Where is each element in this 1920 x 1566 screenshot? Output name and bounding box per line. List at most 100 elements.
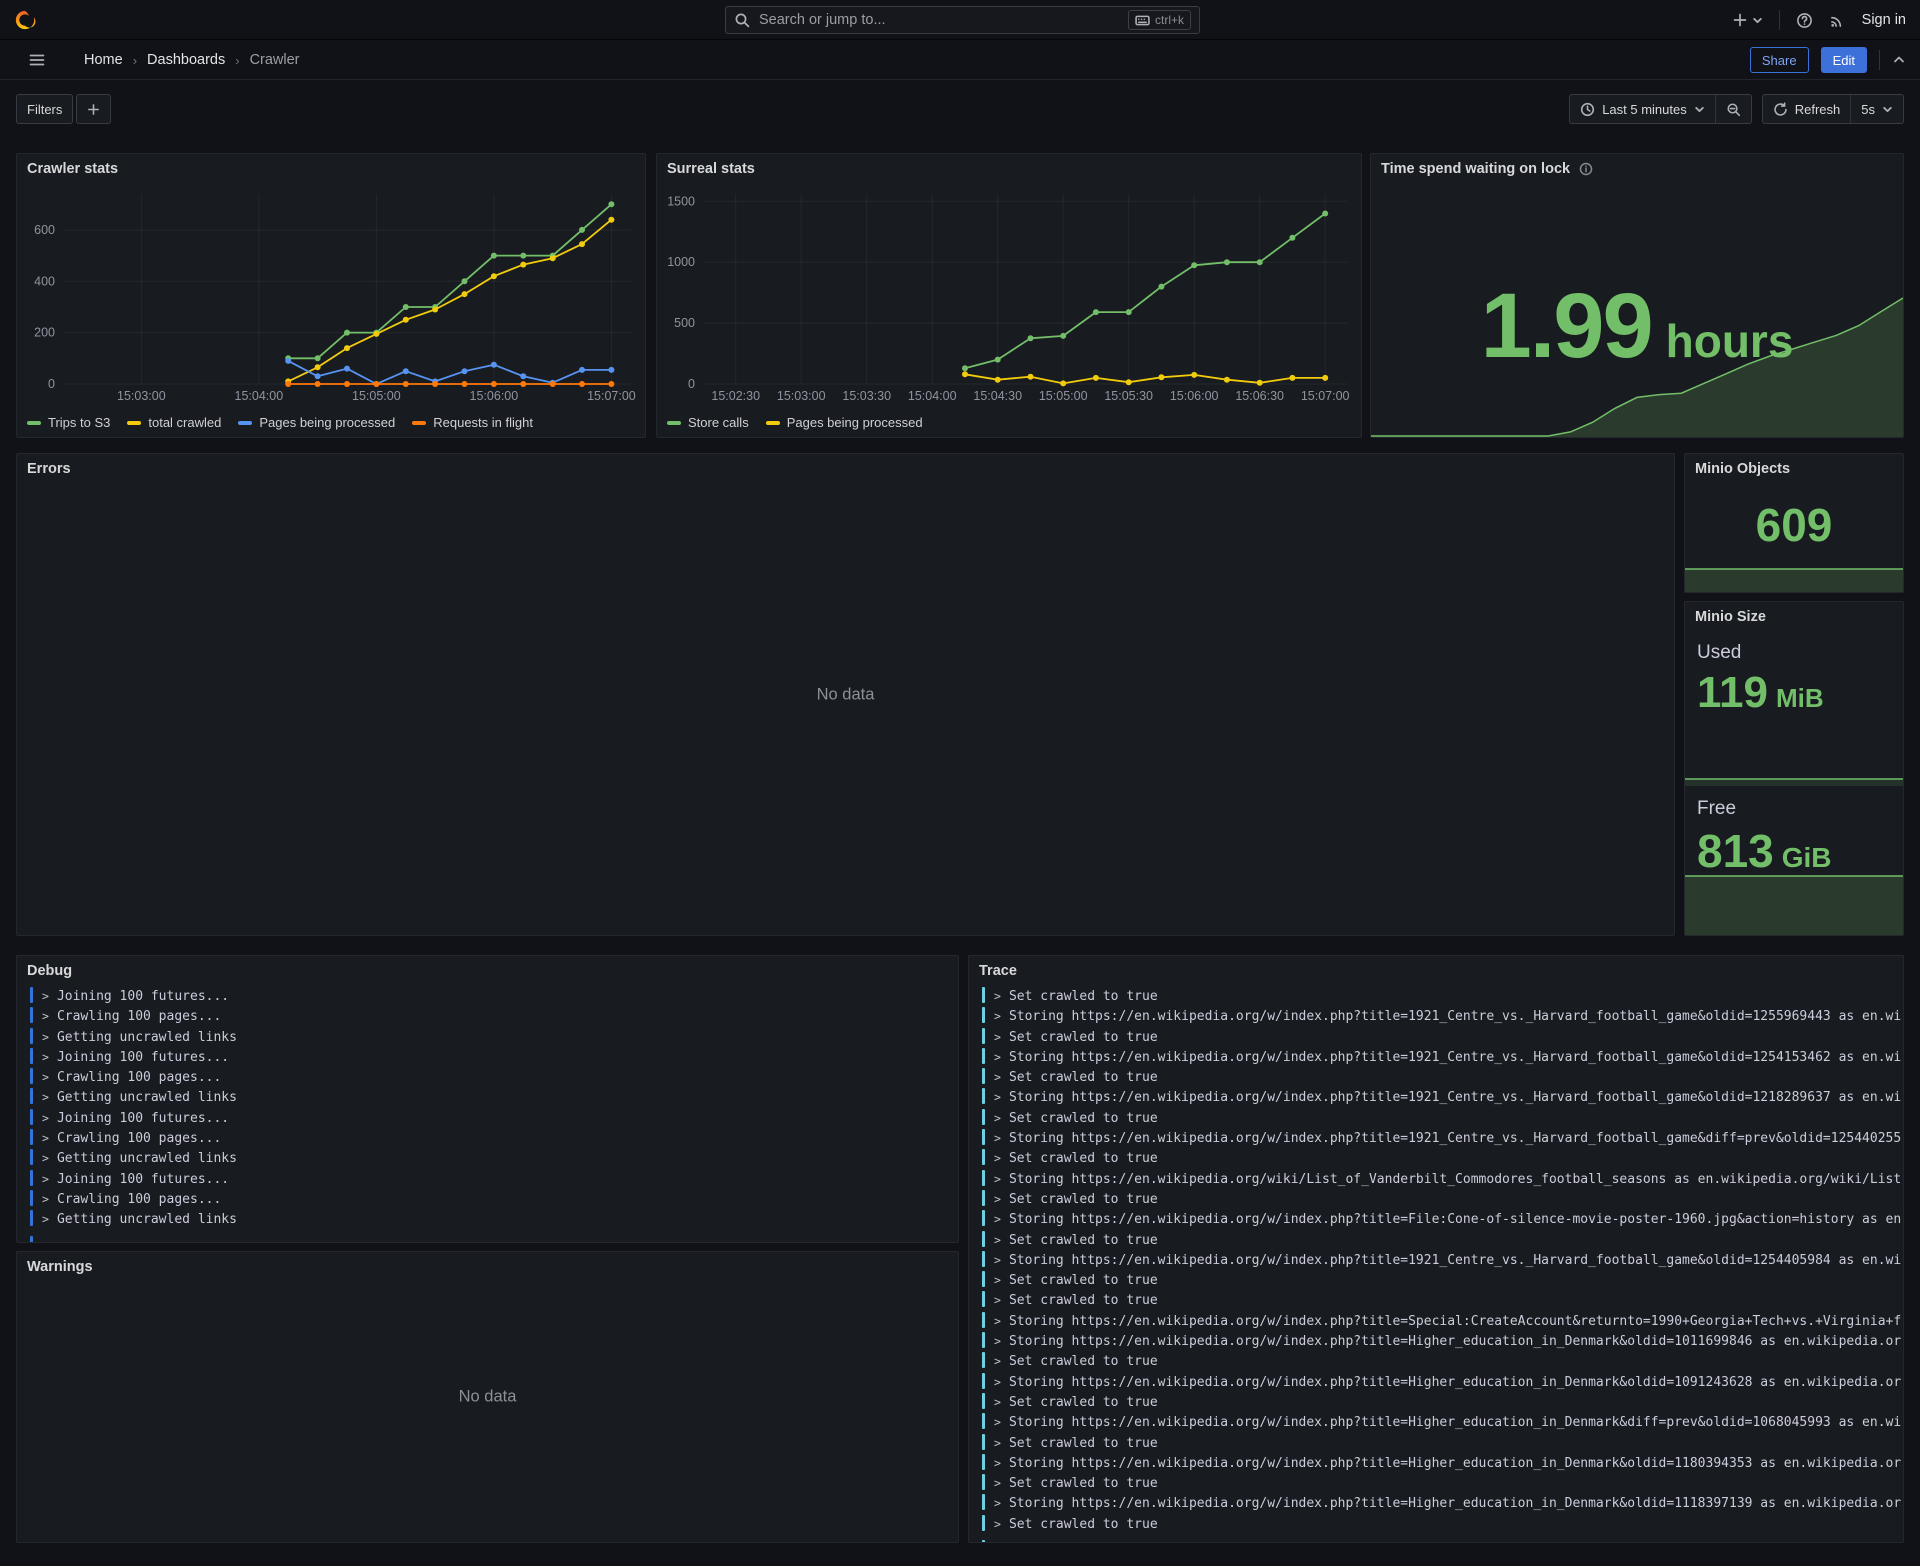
add-new-button[interactable]: [1732, 12, 1763, 28]
log-expand-chevron[interactable]: >: [994, 1009, 1001, 1023]
sign-in-link[interactable]: Sign in: [1862, 12, 1906, 28]
log-expand-chevron[interactable]: >: [994, 989, 1001, 1003]
menu-toggle-icon[interactable]: [28, 51, 46, 69]
log-expand-chevron[interactable]: >: [42, 1009, 49, 1023]
panel-title[interactable]: Debug: [17, 956, 958, 986]
log-expand-chevron[interactable]: >: [994, 1172, 1001, 1186]
panel-title[interactable]: Errors: [17, 454, 1674, 484]
log-text: Storing https://en.wikipedia.org/w/index…: [1009, 1456, 1901, 1471]
log-expand-chevron[interactable]: >: [994, 1415, 1001, 1429]
log-level-bar: [982, 1454, 985, 1470]
filters-button[interactable]: Filters: [16, 94, 73, 124]
log-expand-chevron[interactable]: >: [42, 1212, 49, 1226]
legend-item[interactable]: Pages being processed: [238, 415, 395, 430]
news-icon[interactable]: [1829, 12, 1846, 29]
lock-unit: hours: [1666, 314, 1794, 368]
log-expand-chevron[interactable]: >: [42, 1172, 49, 1186]
log-text: Set crawled to true: [1009, 1436, 1158, 1451]
log-line: >Set crawled to true: [982, 1473, 1901, 1493]
log-text: Set crawled to true: [1009, 1354, 1158, 1369]
refresh-icon: [1773, 102, 1788, 117]
log-expand-chevron[interactable]: >: [994, 1151, 1001, 1165]
search-input[interactable]: [757, 11, 1121, 29]
breadcrumb-dashboards[interactable]: Dashboards: [147, 52, 225, 68]
minio-objects-sparkline: [1685, 568, 1903, 592]
log-expand-chevron[interactable]: >: [994, 1334, 1001, 1348]
log-text: Set crawled to true: [1009, 1293, 1158, 1308]
chart-legend: Trips to S3 total crawled Pages being proc…: [27, 415, 533, 430]
legend-item[interactable]: Trips to S3: [27, 415, 110, 430]
info-icon[interactable]: [1579, 162, 1593, 176]
log-expand-chevron[interactable]: >: [994, 1030, 1001, 1044]
log-line: >Getting uncrawled links: [30, 1209, 956, 1229]
breadcrumb-home[interactable]: Home: [84, 52, 123, 68]
log-expand-chevron[interactable]: >: [994, 1354, 1001, 1368]
legend-marker: [238, 421, 252, 425]
log-text: Crawling 100 pages...: [57, 1131, 221, 1146]
share-button[interactable]: Share: [1750, 47, 1809, 73]
panel-title[interactable]: Warnings: [17, 1252, 958, 1282]
time-range-picker[interactable]: Last 5 minutes: [1570, 95, 1715, 123]
panel-title[interactable]: Trace: [969, 956, 1903, 986]
refresh-button[interactable]: Refresh: [1763, 95, 1851, 123]
log-expand-chevron[interactable]: >: [994, 1192, 1001, 1206]
zoom-out-button[interactable]: [1716, 95, 1751, 123]
keyboard-icon: [1135, 15, 1150, 26]
log-text: Set crawled to true: [1009, 1517, 1158, 1532]
legend-item[interactable]: Requests in flight: [412, 415, 533, 430]
log-level-bar: [30, 1210, 33, 1226]
log-expand-chevron[interactable]: >: [42, 1090, 49, 1104]
log-expand-chevron[interactable]: >: [42, 1131, 49, 1145]
log-expand-chevron[interactable]: >: [42, 1192, 49, 1206]
log-expand-chevron[interactable]: >: [42, 989, 49, 1003]
log-text: Set crawled to true: [1009, 989, 1158, 1004]
log-expand-chevron[interactable]: >: [994, 1314, 1001, 1328]
legend-item[interactable]: total crawled: [127, 415, 221, 430]
legend-item[interactable]: Store calls: [667, 415, 749, 430]
log-expand-chevron[interactable]: >: [42, 1111, 49, 1125]
collapse-chevron-up-icon[interactable]: [1892, 53, 1906, 67]
grafana-logo[interactable]: [14, 9, 36, 31]
refresh-interval-label: 5s: [1861, 102, 1875, 117]
refresh-interval-dropdown[interactable]: 5s: [1851, 95, 1903, 123]
svg-text:600: 600: [34, 223, 55, 237]
log-level-bar: [982, 1068, 985, 1084]
panel-title[interactable]: Time spend waiting on lock: [1371, 154, 1903, 184]
log-expand-chevron[interactable]: >: [994, 1436, 1001, 1450]
panel-title[interactable]: Minio Size: [1685, 602, 1903, 632]
panel-title[interactable]: Crawler stats: [17, 154, 645, 184]
panel-title[interactable]: Minio Objects: [1685, 454, 1903, 484]
log-expand-chevron[interactable]: >: [994, 1131, 1001, 1145]
add-filter-button[interactable]: [76, 94, 111, 124]
log-expand-chevron[interactable]: >: [994, 1090, 1001, 1104]
log-expand-chevron[interactable]: >: [994, 1496, 1001, 1510]
log-line: >Getting uncrawled links: [30, 1087, 956, 1107]
log-expand-chevron[interactable]: >: [42, 1050, 49, 1064]
log-expand-chevron[interactable]: >: [994, 1253, 1001, 1267]
log-expand-chevron[interactable]: >: [994, 1111, 1001, 1125]
log-expand-chevron[interactable]: >: [994, 1070, 1001, 1084]
log-text: Set crawled to true: [1009, 1273, 1158, 1288]
log-expand-chevron[interactable]: >: [994, 1395, 1001, 1409]
log-level-bar: [982, 1271, 985, 1287]
panel-title[interactable]: Surreal stats: [657, 154, 1361, 184]
log-expand-chevron[interactable]: >: [994, 1273, 1001, 1287]
help-icon[interactable]: [1796, 12, 1813, 29]
crawler-stats-chart: 15:03:0015:04:0015:05:0015:06:0015:07:00…: [17, 184, 645, 406]
edit-button[interactable]: Edit: [1821, 47, 1867, 73]
log-expand-chevron[interactable]: >: [994, 1476, 1001, 1490]
log-expand-chevron[interactable]: >: [994, 1050, 1001, 1064]
global-search[interactable]: ctrl+k: [725, 6, 1200, 34]
log-expand-chevron[interactable]: >: [994, 1517, 1001, 1531]
log-expand-chevron[interactable]: >: [42, 1070, 49, 1084]
log-text: Set crawled to true: [1009, 1192, 1158, 1207]
log-expand-chevron[interactable]: >: [994, 1293, 1001, 1307]
log-expand-chevron[interactable]: >: [994, 1233, 1001, 1247]
log-expand-chevron[interactable]: >: [42, 1030, 49, 1044]
log-text: Storing https://en.wikipedia.org/w/index…: [1009, 1131, 1901, 1146]
log-expand-chevron[interactable]: >: [42, 1151, 49, 1165]
log-expand-chevron[interactable]: >: [994, 1375, 1001, 1389]
legend-item[interactable]: Pages being processed: [766, 415, 923, 430]
log-expand-chevron[interactable]: >: [994, 1456, 1001, 1470]
log-expand-chevron[interactable]: >: [994, 1212, 1001, 1226]
